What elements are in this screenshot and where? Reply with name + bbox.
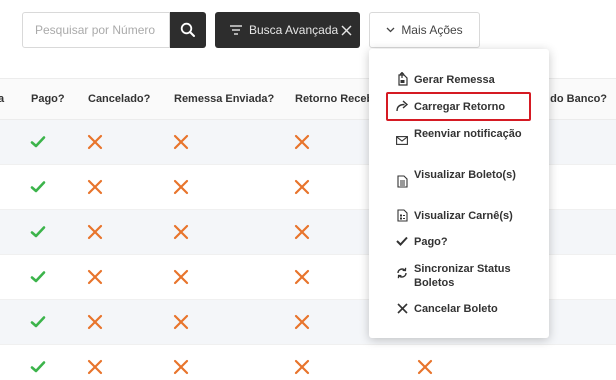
search-field[interactable] (22, 12, 170, 48)
cross-icon (294, 359, 310, 375)
check-icon (30, 314, 46, 330)
document-list-icon (395, 208, 409, 222)
cross-icon (173, 359, 189, 375)
search-input[interactable] (23, 13, 169, 47)
menu-item-label: Pago? (414, 236, 448, 248)
column-header-pago[interactable]: Pago? (31, 93, 65, 105)
menu-item-sincronizar-status[interactable]: Sincronizar Status Boletos (369, 260, 549, 290)
document-icon (395, 174, 409, 188)
column-header-partial[interactable]: a (0, 93, 4, 105)
cross-icon (294, 134, 310, 150)
menu-item-label: Carregar Retorno (414, 101, 506, 113)
clear-advanced-search-button[interactable] (341, 25, 352, 36)
cross-icon (417, 359, 433, 375)
cross-icon (294, 269, 310, 285)
check-icon (30, 269, 46, 285)
column-header-cancelado[interactable]: Cancelado? (88, 93, 150, 105)
cross-icon (173, 179, 189, 195)
cross-icon (294, 224, 310, 240)
filter-icon (230, 25, 242, 35)
cross-icon (87, 269, 103, 285)
check-icon (30, 224, 46, 240)
cross-icon (87, 359, 103, 375)
chevron-down-icon (386, 27, 395, 33)
cross-icon (87, 179, 103, 195)
cross-icon (294, 179, 310, 195)
more-actions-label: Mais Ações (401, 23, 463, 37)
menu-item-visualizar-boletos[interactable]: Visualizar Boleto(s) (369, 166, 549, 196)
menu-item-cancelar-boleto[interactable]: Cancelar Boleto (369, 300, 549, 318)
cross-icon (173, 314, 189, 330)
menu-item-label: Visualizar Carnê(s) (414, 210, 513, 222)
cross-icon (173, 224, 189, 240)
close-icon (341, 25, 352, 35)
more-actions-button[interactable]: Mais Ações (369, 12, 480, 48)
file-upload-icon (395, 72, 409, 86)
menu-item-gerar-remessa[interactable]: Gerar Remessa (369, 71, 549, 89)
column-header-banco[interactable]: a do Banco? (541, 93, 607, 105)
menu-item-visualizar-carnes[interactable]: Visualizar Carnê(s) (369, 207, 549, 225)
cross-icon (87, 134, 103, 150)
envelope-icon (395, 133, 409, 147)
advanced-search-label: Busca Avançada (249, 23, 339, 37)
cross-icon (173, 269, 189, 285)
close-icon (395, 301, 409, 315)
sync-icon (395, 266, 409, 280)
menu-item-label: Cancelar Boleto (414, 303, 498, 315)
check-icon (395, 234, 409, 248)
menu-item-reenviar-notificacao[interactable]: Reenviar notificação (369, 125, 549, 155)
advanced-search-button[interactable]: Busca Avançada (215, 12, 360, 48)
menu-item-label: Reenviar notificação (414, 128, 522, 140)
table-row[interactable] (0, 345, 616, 380)
search-button[interactable] (170, 12, 206, 48)
share-arrow-icon (395, 99, 409, 113)
cross-icon (87, 314, 103, 330)
menu-item-label: Sincronizar Status Boletos (414, 263, 511, 289)
more-actions-menu: Gerar Remessa Carregar Retorno Reenviar … (369, 49, 549, 338)
column-header-retorno-recebido[interactable]: Retorno Receb (295, 93, 373, 105)
cross-icon (87, 224, 103, 240)
check-icon (30, 179, 46, 195)
cross-icon (294, 314, 310, 330)
check-icon (30, 134, 46, 150)
check-icon (30, 359, 46, 375)
cross-icon (173, 134, 189, 150)
column-header-remessa-enviada[interactable]: Remessa Enviada? (174, 93, 274, 105)
search-icon (180, 22, 195, 37)
menu-item-label: Visualizar Boleto(s) (414, 169, 516, 181)
menu-item-label: Gerar Remessa (414, 74, 495, 86)
menu-item-carregar-retorno[interactable]: Carregar Retorno (369, 98, 549, 116)
menu-item-pago[interactable]: Pago? (369, 233, 549, 251)
